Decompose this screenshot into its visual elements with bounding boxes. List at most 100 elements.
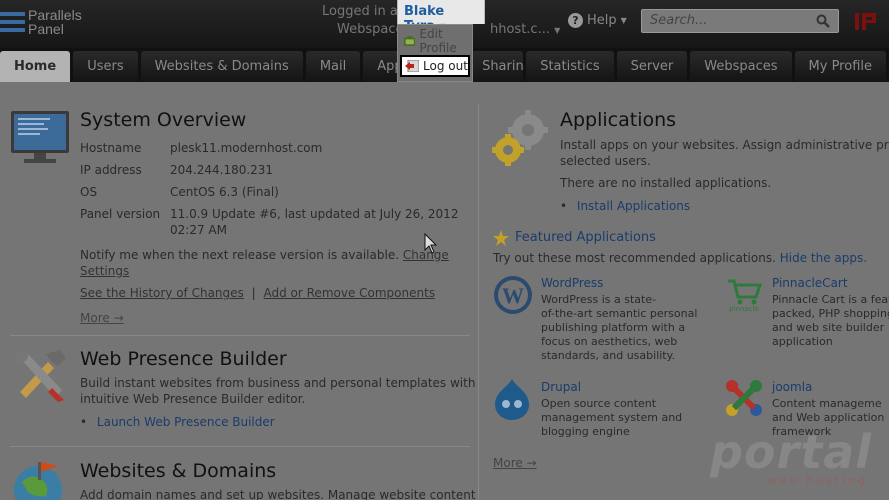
notify-text: Notify me when the next release version … bbox=[80, 247, 449, 263]
star-icon bbox=[493, 230, 509, 246]
pinnaclecart-desc: Pinnacle Cart is a feat packed, PHP shop… bbox=[772, 293, 889, 349]
hostname-row: Hostname plesk11.modernhost.com bbox=[0, 141, 470, 157]
portal-watermark-sub: web hosting bbox=[768, 474, 868, 487]
components-link[interactable]: Add or Remove Components bbox=[264, 286, 436, 300]
hide-apps-link[interactable]: Hide the apps. bbox=[780, 251, 867, 265]
web-presence-desc-1: Build instant websites from business and… bbox=[80, 376, 476, 390]
portal-watermark: portal bbox=[710, 425, 873, 479]
tab-home[interactable]: Home bbox=[0, 51, 71, 82]
chevron-down-icon: ▼ bbox=[620, 16, 627, 25]
wordpress-desc-line: standards, and usability. bbox=[541, 349, 676, 362]
web-presence-title: Web Presence Builder bbox=[80, 348, 287, 370]
tools-icon bbox=[16, 350, 66, 402]
edit-profile-label: Edit Profile bbox=[419, 27, 457, 55]
tab-users[interactable]: Users bbox=[73, 51, 138, 82]
column-divider bbox=[478, 104, 479, 500]
user-menu[interactable]: Blake Tyra ▼ Edit Profile Log out bbox=[397, 0, 485, 82]
install-apps-link[interactable]: Install Applications bbox=[577, 199, 690, 213]
drupal-desc-line: Open source content bbox=[541, 397, 657, 410]
section-divider bbox=[10, 335, 470, 336]
try-text: Try out these most recommended applicati… bbox=[493, 251, 776, 265]
logged-in-label: Logged in as bbox=[322, 4, 405, 19]
install-apps-item: Install Applications bbox=[560, 198, 690, 214]
system-links: See the History of Changes | Add or Remo… bbox=[80, 285, 435, 301]
pinnaclecart-desc-line: Pinnacle Cart is a feat bbox=[772, 293, 889, 306]
link-separator: | bbox=[251, 286, 256, 300]
joomla-icon bbox=[726, 380, 762, 416]
tab-sharing-label: Sharing bbox=[482, 59, 524, 74]
parallels-logo-icon bbox=[0, 6, 28, 36]
parallels-logo[interactable]: Parallels Panel bbox=[0, 6, 82, 36]
panel-version-value: 11.0.9 Update #6, last updated at July 2… bbox=[170, 207, 459, 221]
tab-my-profile[interactable]: My Profile bbox=[794, 51, 886, 82]
hostname-label: Hostname bbox=[80, 141, 142, 155]
wordpress-desc-line: WordPress is a state- bbox=[541, 293, 657, 306]
launch-builder-item: Launch Web Presence Builder bbox=[80, 414, 275, 430]
websites-domains-title: Websites & Domains bbox=[80, 460, 277, 482]
tab-statistics[interactable]: Statistics bbox=[526, 51, 614, 82]
featured-apps-title: Featured Applications bbox=[515, 230, 656, 245]
os-row: OS CentOS 6.3 (Final) bbox=[0, 185, 470, 201]
launch-builder-link[interactable]: Launch Web Presence Builder bbox=[97, 415, 275, 429]
tab-server[interactable]: Server bbox=[616, 51, 688, 82]
help-icon: ? bbox=[568, 13, 583, 28]
user-name-button[interactable]: Blake Tyra ▼ bbox=[397, 0, 485, 34]
tab-mail[interactable]: Mail bbox=[305, 51, 361, 82]
joomla-link[interactable]: joomla bbox=[772, 380, 812, 394]
wordpress-link[interactable]: WordPress bbox=[541, 276, 603, 290]
svg-text:W: W bbox=[502, 283, 524, 308]
apps-more-link[interactable]: More → bbox=[493, 455, 537, 471]
brand-logo-icon bbox=[855, 10, 889, 38]
no-apps-text: There are no installed applications. bbox=[560, 176, 772, 190]
drupal-desc-line: blogging engine bbox=[541, 425, 630, 438]
mouse-cursor-icon bbox=[424, 233, 438, 254]
ip-label: IP address bbox=[80, 163, 142, 177]
svg-text:pinnacle: pinnacle bbox=[729, 305, 759, 313]
globe-icon bbox=[14, 462, 62, 500]
webspace-selector[interactable]: hhost.c... ▼ bbox=[490, 22, 560, 37]
drupal-link[interactable]: Drupal bbox=[541, 380, 581, 394]
system-overview-title: System Overview bbox=[80, 109, 247, 131]
system-more-link[interactable]: More → bbox=[80, 310, 124, 326]
applications-desc-1: Install apps on your websites. Assign ad… bbox=[560, 138, 889, 152]
hostname-value: plesk11.modernhost.com bbox=[170, 141, 323, 155]
history-link[interactable]: See the History of Changes bbox=[80, 286, 244, 300]
chevron-down-icon: ▼ bbox=[554, 26, 561, 35]
pinnaclecart-link[interactable]: PinnacleCart bbox=[772, 276, 848, 290]
help-menu[interactable]: ? Help ▼ bbox=[568, 13, 627, 28]
log-out-label: Log out bbox=[423, 59, 468, 73]
applications-title: Applications bbox=[560, 109, 677, 131]
tab-sharing[interactable]: Sharing bbox=[468, 51, 524, 82]
help-label: Help bbox=[587, 13, 617, 28]
tab-webspaces[interactable]: Webspaces bbox=[690, 51, 792, 82]
gears-icon bbox=[492, 110, 548, 166]
joomla-desc-line: and Web application bbox=[772, 411, 885, 424]
logo-line1: Parallels bbox=[28, 7, 82, 23]
drupal-icon bbox=[495, 379, 529, 420]
section-divider bbox=[10, 446, 470, 447]
edit-profile-item[interactable]: Edit Profile bbox=[398, 27, 472, 55]
tab-websites-domains[interactable]: Websites & Domains bbox=[140, 51, 303, 82]
featured-try-text: Try out these most recommended applicati… bbox=[493, 250, 867, 266]
log-out-item[interactable]: Log out bbox=[400, 55, 470, 77]
wordpress-desc-line: focus on aesthetics, web bbox=[541, 335, 678, 348]
ip-row: IP address 204.244.180.231 bbox=[0, 163, 470, 179]
joomla-desc-line: Content manageme bbox=[772, 397, 882, 410]
os-label: OS bbox=[80, 185, 98, 199]
search-icon[interactable] bbox=[816, 14, 830, 28]
webspace-value: hhost.c... bbox=[490, 22, 550, 37]
web-presence-desc-2: intuitive Web Presence Builder editor. bbox=[80, 392, 306, 406]
wordpress-desc-line: publishing platform with a bbox=[541, 321, 686, 334]
log-out-icon bbox=[405, 60, 419, 72]
os-value: CentOS 6.3 (Final) bbox=[170, 185, 279, 199]
search-input[interactable]: Search... bbox=[641, 9, 839, 33]
drupal-desc-line: management system and bbox=[541, 411, 683, 424]
pinnaclecart-desc-line: application bbox=[772, 335, 833, 348]
logo-text: Parallels Panel bbox=[28, 8, 82, 36]
monitor-icon bbox=[11, 111, 69, 163]
panel-version-row: Panel version 11.0.9 Update #6, last upd… bbox=[0, 207, 470, 241]
pinnaclecart-desc-line: packed, PHP shopping bbox=[772, 307, 889, 320]
applications-desc-2: selected users. bbox=[560, 154, 651, 168]
ip-value: 204.244.180.231 bbox=[170, 163, 274, 177]
change-settings-link-2[interactable]: Settings bbox=[80, 263, 129, 279]
